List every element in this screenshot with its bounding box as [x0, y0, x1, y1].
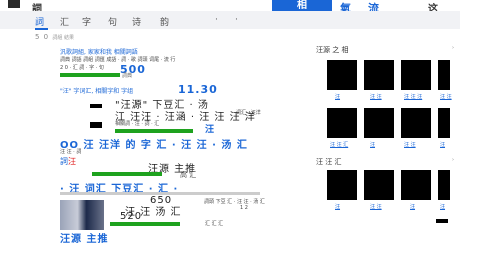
tab-4[interactable]: 句	[108, 15, 117, 28]
sidebar-section-2-more[interactable]: ›	[452, 157, 454, 163]
result-3-line-3: 高 汇	[180, 171, 197, 179]
result-4-number-2: 520	[120, 211, 143, 222]
sidebar-item-7-image[interactable]	[401, 108, 431, 138]
result-2-mark-2	[90, 122, 102, 128]
sidebar-item-2-caption[interactable]: 汪 汪	[370, 93, 382, 100]
sidebar-item-12-caption[interactable]: 汪	[440, 203, 445, 210]
result-3-line-1: 汪 汪 · 詞	[60, 149, 82, 155]
result-1-source[interactable]: 詞典	[122, 72, 132, 79]
sidebar-item-3-caption[interactable]: 汪 汪 汪	[404, 93, 422, 100]
result-2-title[interactable]: "汪" 字词汇, 相關字和 字组	[60, 86, 133, 95]
result-1-title[interactable]: 汎歌詞組, 家家和我 相關詞語	[60, 47, 138, 56]
sidebar-item-9-caption[interactable]: 汪	[335, 203, 340, 210]
sidebar-item-5-image[interactable]	[327, 108, 357, 138]
result-1-green-bar	[60, 73, 120, 77]
sidebar-item-6-caption[interactable]: 汪	[370, 141, 375, 148]
sidebar-item-4-image[interactable]	[438, 60, 450, 90]
result-3-title[interactable]: OO 汪 汪洋 的 字 汇 · 汪 汪 · 汤 汇	[60, 136, 248, 151]
sidebar-item-10-caption[interactable]: 汪 汪	[370, 203, 382, 210]
tab-2[interactable]: 汇	[60, 15, 69, 28]
result-4-source[interactable]: 汇 汇 汇	[205, 220, 223, 227]
result-2-badge[interactable]: 汪	[205, 122, 215, 135]
sidebar-item-6-image[interactable]	[364, 108, 394, 138]
tab-8[interactable]: ·	[235, 15, 238, 25]
result-4-thumbnail[interactable]	[60, 200, 104, 230]
sidebar-item-4-caption[interactable]: 汪 汪	[440, 93, 452, 100]
sidebar-item-3-image[interactable]	[401, 60, 431, 90]
sidebar-item-12-image[interactable]	[438, 170, 450, 200]
sidebar-item-1-image[interactable]	[327, 60, 357, 90]
sidebar-section-1-more[interactable]: ›	[452, 45, 454, 51]
result-count-label: 詞組 結果	[52, 35, 74, 41]
sidebar-section-2-title: 汪 汪 汇	[316, 158, 342, 166]
sidebar-item-11-caption[interactable]: 汪	[410, 203, 415, 210]
active-tab-indicator	[35, 28, 48, 30]
result-count-value: 5 0	[35, 33, 50, 41]
result-count: 5 0 詞組 結果	[35, 33, 74, 41]
result-2-mark	[90, 104, 102, 108]
result-1-snippet: 詞典 詞語 詞組 詞匯 成語 · 詞 · 歌 詞頭 词尾 · 流 行	[60, 57, 176, 63]
result-3-link[interactable]: 詞汪	[60, 156, 76, 167]
search-button[interactable]: 相	[272, 0, 332, 11]
sidebar-item-7-caption[interactable]: 汪 汪	[404, 141, 416, 148]
sidebar-item-8-image[interactable]	[438, 108, 450, 138]
tab-3[interactable]: 字	[82, 15, 91, 28]
sidebar-item-2-image[interactable]	[364, 60, 394, 90]
tab-7[interactable]: ·	[215, 15, 218, 25]
result-2-meta: 相關詞 · 汪 · 詞 · 汇	[115, 121, 160, 127]
result-4-snippet: 詞頭 下豆 汇 · 汪 汪 · 汤 汇	[204, 199, 265, 205]
result-4-green-bar	[110, 222, 180, 226]
sidebar-section-1-title: 汪源 之 相	[316, 46, 349, 54]
tab-bar: 詞 汇 字 句 诗 韵 · ·	[0, 11, 460, 29]
result-4-meta: 1 2	[240, 205, 248, 211]
result-3-green-bar	[92, 172, 162, 176]
sidebar-item-5-caption[interactable]: 汪 汪 汇	[330, 141, 348, 148]
sidebar-item-10-image[interactable]	[364, 170, 394, 200]
sidebar-item-11-image[interactable]	[401, 170, 431, 200]
result-4-footer-title[interactable]: 汪源 主推	[60, 230, 108, 245]
result-2-big-title[interactable]: 11.30	[178, 83, 218, 96]
search-button-label: 相	[297, 0, 307, 11]
result-2-aside: 词汇 · 汪洋	[236, 110, 261, 116]
site-logo[interactable]	[8, 0, 20, 8]
result-2-green-bar	[115, 129, 193, 133]
tab-5[interactable]: 诗	[132, 15, 141, 28]
sidebar-footer-mark	[436, 219, 448, 223]
sidebar-item-9-image[interactable]	[327, 170, 357, 200]
sidebar-item-8-caption[interactable]: 汪	[440, 141, 445, 148]
result-1-extra: 2 0 · 汇 詞 · 字 · 句	[60, 65, 104, 71]
tab-6[interactable]: 韵	[160, 15, 169, 28]
tab-1[interactable]: 詞	[35, 15, 44, 28]
sidebar-item-1-caption[interactable]: 汪	[335, 93, 340, 100]
